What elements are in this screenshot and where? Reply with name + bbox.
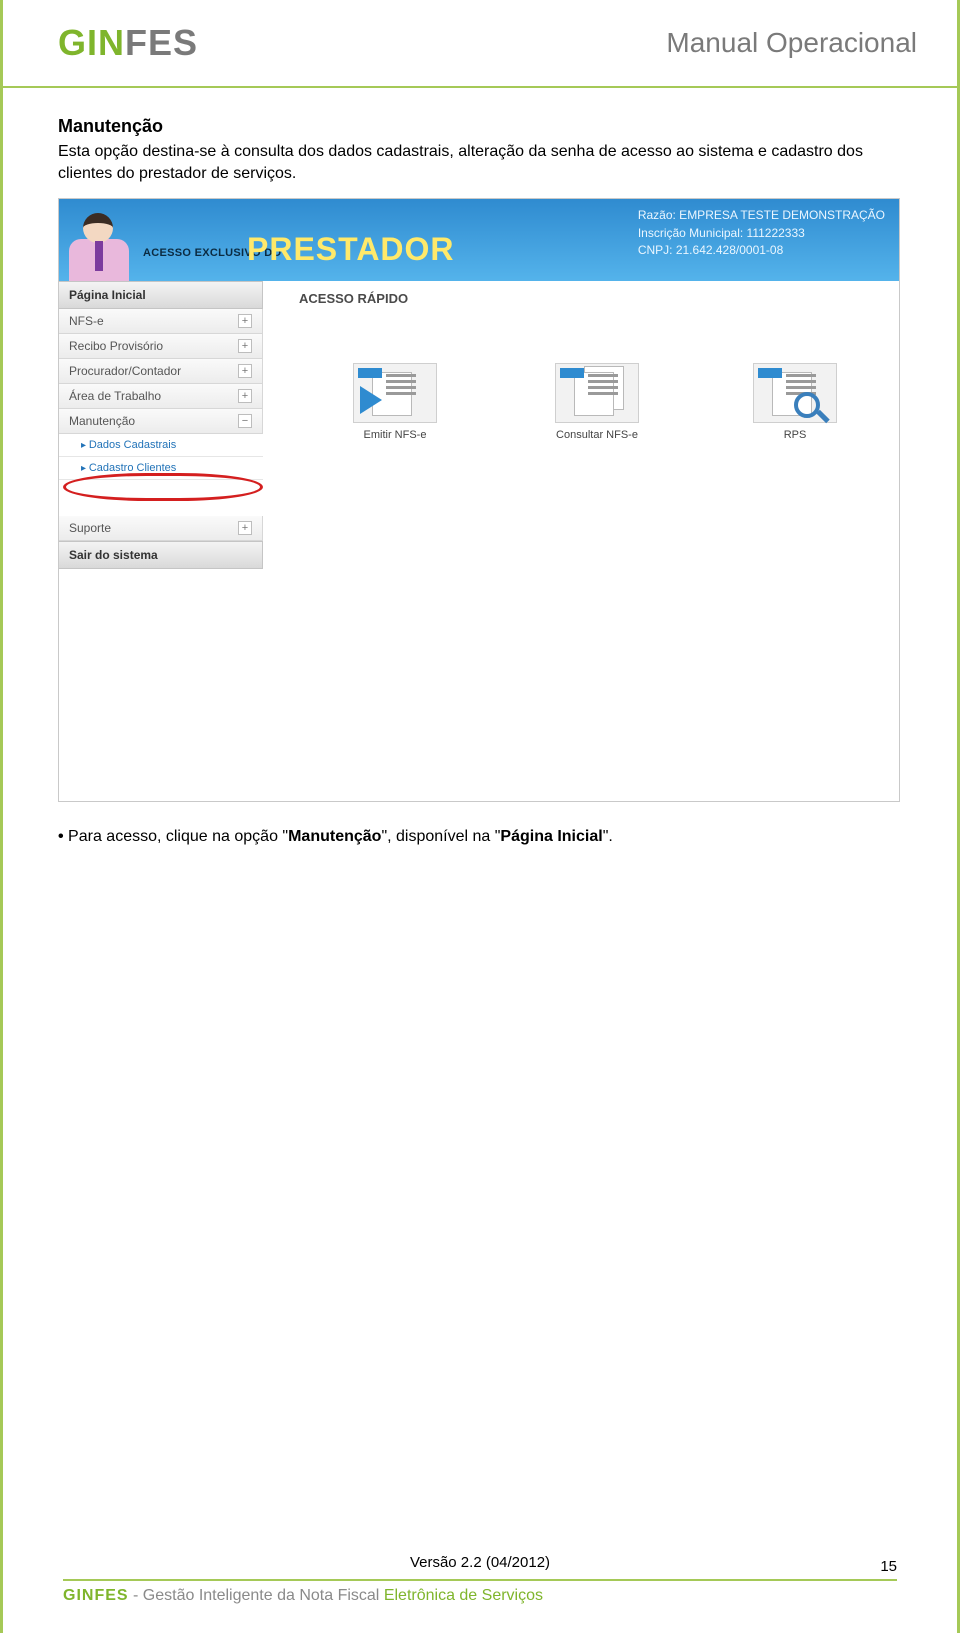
bullet-text-1: Para acesso, clique na opção " <box>68 828 288 845</box>
submenu-dados-cadastrais[interactable]: Dados Cadastrais <box>59 434 263 457</box>
bullet-bold-2: Página Inicial <box>500 828 602 845</box>
document-title: Manual Operacional <box>666 27 917 59</box>
menu-nfse[interactable]: NFS-e + <box>59 309 263 334</box>
expand-icon[interactable]: + <box>238 314 252 328</box>
instruction-bullet: Para acesso, clique na opção "Manutenção… <box>58 828 902 846</box>
rps-icon <box>753 363 837 423</box>
company-info: Razão: EMPRESA TESTE DEMONSTRAÇÃO Inscri… <box>638 207 885 259</box>
ginfes-logo: GINFES <box>58 22 198 64</box>
page-header: GINFES Manual Operacional <box>3 0 957 88</box>
bullet-text-3: ". <box>603 828 613 845</box>
bullet-bold-1: Manutenção <box>288 828 381 845</box>
menu-procurador[interactable]: Procurador/Contador + <box>59 359 263 384</box>
footer-brand: GINFES - Gestão Inteligente da Nota Fisc… <box>63 1587 897 1605</box>
menu-recibo[interactable]: Recibo Provisório + <box>59 334 263 359</box>
menu-item-label: Suporte <box>69 521 111 535</box>
menu-sair[interactable]: Sair do sistema <box>59 541 263 569</box>
collapse-icon[interactable]: − <box>238 414 252 428</box>
menu-manutencao[interactable]: Manutenção − <box>59 409 263 434</box>
menu-item-label: Manutenção <box>69 414 135 428</box>
quick-item-label: RPS <box>749 429 841 441</box>
menu-item-label: Recibo Provisório <box>69 339 163 353</box>
footer-tagline-2: Eletrônica de Serviços <box>384 1587 543 1604</box>
content-area: Manutenção Esta opção destina-se à consu… <box>3 88 957 846</box>
menu-area-trabalho[interactable]: Área de Trabalho + <box>59 384 263 409</box>
bullet-text-2: ", disponível na " <box>381 828 500 845</box>
footer-rule <box>63 1579 897 1581</box>
screenshot-figure: ACESSO EXCLUSIVO DO PRESTADOR Razão: EMP… <box>58 198 900 802</box>
version-label: Versão 2.2 (04/2012) <box>63 1554 897 1571</box>
quick-consultar-nfse[interactable]: Consultar NFS-e <box>551 363 643 441</box>
menu-item-label: Procurador/Contador <box>69 364 181 378</box>
company-inscricao: Inscrição Municipal: 111222333 <box>638 225 885 242</box>
menu-pagina-inicial[interactable]: Página Inicial <box>59 281 263 309</box>
quick-rps[interactable]: RPS <box>749 363 841 441</box>
footer-tagline-1: Gestão Inteligente da Nota Fiscal <box>143 1587 384 1604</box>
footer-dash: - <box>129 1587 143 1604</box>
section-title: Manutenção <box>58 116 902 137</box>
left-menu: Página Inicial NFS-e + Recibo Provisório +… <box>59 281 263 569</box>
section-description: Esta opção destina-se à consulta dos dad… <box>58 141 902 184</box>
page-footer: 15 Versão 2.2 (04/2012) GINFES - Gestão … <box>3 1554 957 1633</box>
emit-icon <box>353 363 437 423</box>
expand-icon[interactable]: + <box>238 389 252 403</box>
role-title: PRESTADOR <box>247 231 455 268</box>
quick-item-label: Consultar NFS-e <box>551 429 643 441</box>
app-banner: ACESSO EXCLUSIVO DO PRESTADOR Razão: EMP… <box>59 199 899 281</box>
menu-suporte[interactable]: Suporte + <box>59 516 263 541</box>
menu-item-label: NFS-e <box>69 314 104 328</box>
footer-logo: GINFES <box>63 1587 129 1604</box>
expand-icon[interactable]: + <box>238 339 252 353</box>
quick-emitir-nfse[interactable]: Emitir NFS-e <box>349 363 441 441</box>
expand-icon[interactable]: + <box>238 521 252 535</box>
consult-icon <box>555 363 639 423</box>
quick-item-label: Emitir NFS-e <box>349 429 441 441</box>
company-cnpj: CNPJ: 21.642.428/0001-08 <box>638 242 885 259</box>
menu-item-label: Área de Trabalho <box>69 389 161 403</box>
logo-part1: GIN <box>58 22 125 63</box>
submenu-cadastro-clientes[interactable]: Cadastro Clientes <box>59 457 263 480</box>
expand-icon[interactable]: + <box>238 364 252 378</box>
avatar-icon <box>69 209 131 281</box>
company-razao: Razão: EMPRESA TESTE DEMONSTRAÇÃO <box>638 207 885 224</box>
page-number: 15 <box>880 1558 897 1575</box>
logo-part2: FES <box>125 22 198 63</box>
quick-access-heading: ACESSO RÁPIDO <box>299 291 408 306</box>
